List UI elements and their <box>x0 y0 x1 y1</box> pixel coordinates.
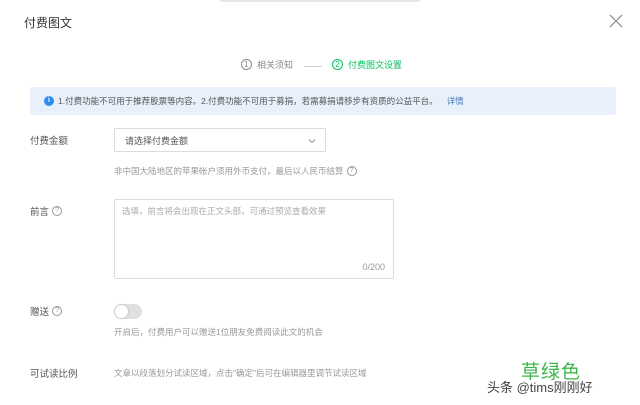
notice-banner: i 1.付费功能不可用于推荐股票等内容。2.付费功能不可用于募捐，若需募捐请移步… <box>30 87 616 115</box>
price-hint: 非中国大陆地区的苹果帐户须用外币支付，最后以人民币结算 ? <box>114 165 357 177</box>
step-related-notice[interactable]: 1 相关须知 <box>241 58 293 71</box>
price-select-value: 请选择付费金额 <box>125 135 189 146</box>
price-hint-text: 非中国大陆地区的苹果帐户须用外币支付，最后以人民币结算 <box>114 166 344 176</box>
step-number-2: 2 <box>332 59 343 70</box>
step-label-1: 相关须知 <box>257 60 294 70</box>
notice-details-link[interactable]: 详情 <box>447 95 464 107</box>
trial-ratio-hint: 文章以段落划分试读区域，点击"确定"后可在编辑器里调节试读区域 <box>114 367 367 379</box>
preface-char-counter: 0/200 <box>362 262 385 272</box>
close-icon <box>609 14 623 28</box>
trial-ratio-hint-text: 文章以段落划分试读区域，点击"确定"后可在编辑器里调节试读区域 <box>114 368 367 378</box>
chevron-down-icon <box>308 139 316 144</box>
price-label: 付费金额 <box>30 133 68 147</box>
preface-label-text: 前言 <box>30 207 50 218</box>
gift-label: 赠送 ? <box>30 304 63 318</box>
gift-label-text: 赠送 <box>30 307 50 318</box>
info-icon: i <box>44 96 54 106</box>
gift-hint-text: 开启后，付费用户可以赠送1位朋友免费阅读此文的机会 <box>114 327 323 337</box>
help-icon[interactable]: ? <box>52 206 63 216</box>
step-indicator: 1 相关须知 2 付费图文设置 <box>0 58 640 76</box>
step-paid-article-settings: 2 付费图文设置 <box>332 58 402 71</box>
top-edge-strip <box>220 0 420 2</box>
price-label-text: 付费金额 <box>30 136 69 147</box>
preface-textarea[interactable] <box>115 200 393 278</box>
watermark-source: 头条 @tims刚刚好 <box>487 380 593 395</box>
preface-field[interactable]: 0/200 <box>114 199 394 279</box>
gift-hint: 开启后，付费用户可以赠送1位朋友免费阅读此文的机会 <box>114 326 323 338</box>
gift-toggle[interactable] <box>114 304 142 319</box>
step-number-1: 1 <box>241 59 252 70</box>
notice-text: 1.付费功能不可用于推荐股票等内容。2.付费功能不可用于募捐，若需募捐请移步有资… <box>58 96 438 106</box>
help-icon[interactable]: ? <box>346 166 357 176</box>
toggle-knob <box>115 305 128 318</box>
dialog-title: 付费图文 <box>24 16 73 30</box>
step-label-2: 付费图文设置 <box>348 60 403 70</box>
close-button[interactable] <box>606 11 626 31</box>
preface-label: 前言 ? <box>30 204 63 218</box>
trial-ratio-label: 可试读比例 <box>30 366 78 380</box>
help-icon[interactable]: ? <box>52 306 63 316</box>
step-connector <box>304 66 322 67</box>
price-select[interactable]: 请选择付费金额 <box>114 128 326 152</box>
trial-ratio-label-text: 可试读比例 <box>30 369 78 380</box>
